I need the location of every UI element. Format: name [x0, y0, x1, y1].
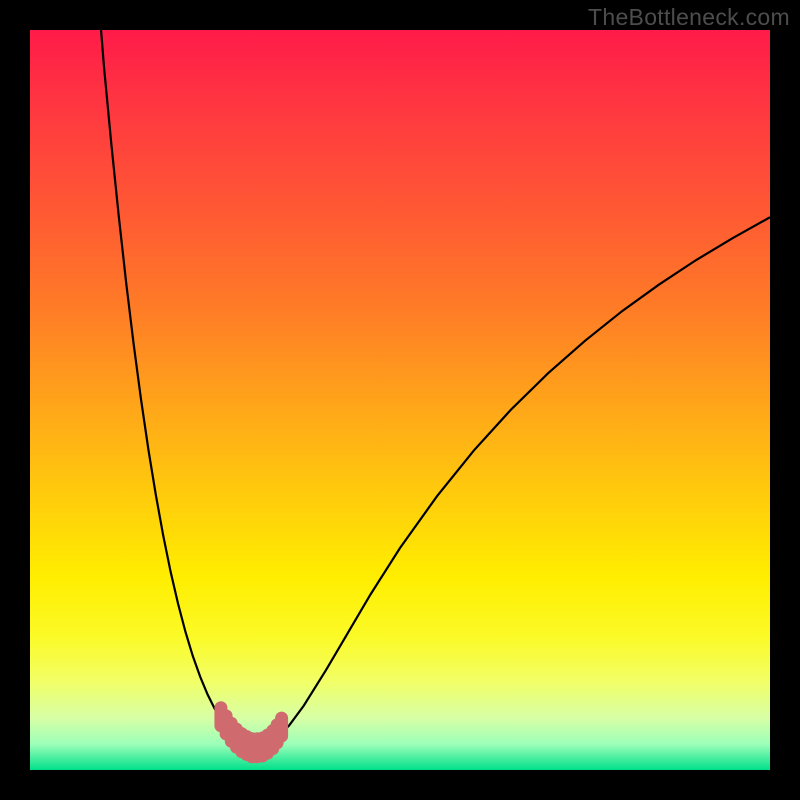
chart-svg [30, 30, 770, 770]
chart-frame: TheBottleneck.com [0, 0, 800, 800]
watermark-text: TheBottleneck.com [588, 4, 790, 31]
plot-area [30, 30, 770, 770]
